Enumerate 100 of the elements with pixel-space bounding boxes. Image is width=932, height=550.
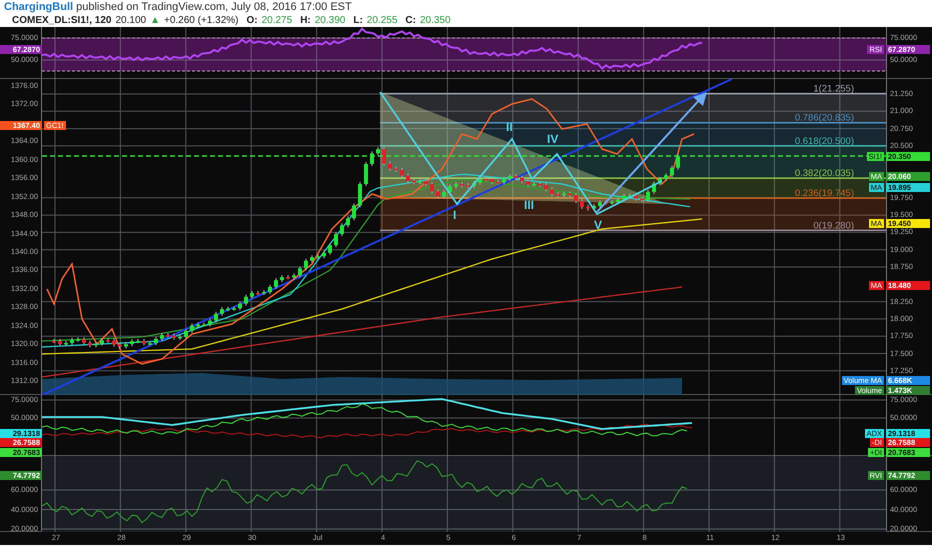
candlestick [76, 336, 80, 342]
wave-label: II [506, 120, 513, 134]
candlestick [436, 188, 440, 200]
candlestick [82, 336, 86, 346]
candlestick [538, 182, 542, 188]
candlestick [292, 272, 296, 280]
candlestick [244, 294, 248, 306]
candlestick [592, 203, 596, 212]
candlestick [340, 222, 344, 237]
fib-level-label: 0.618(20.500) [794, 136, 854, 147]
candlestick [568, 190, 572, 198]
ohlc-value: 20.255 [366, 14, 398, 27]
candlestick [322, 250, 326, 259]
candlestick [430, 182, 434, 194]
candlestick [418, 178, 422, 185]
candlestick [658, 176, 662, 186]
candlestick [208, 318, 212, 328]
candlestick [232, 306, 236, 312]
fib-level-label: 0.236(19.745) [794, 188, 854, 200]
wave-label: I [453, 208, 456, 222]
candlestick [262, 290, 266, 296]
candlestick [304, 258, 308, 271]
candlestick [628, 193, 632, 198]
candlestick [328, 242, 332, 256]
candlestick [472, 180, 476, 189]
candlestick [52, 338, 56, 344]
candlestick [166, 332, 170, 338]
candlestick [136, 338, 140, 344]
candlestick [550, 186, 554, 197]
candlestick [358, 182, 362, 208]
candlestick [334, 232, 338, 248]
candlestick [310, 254, 314, 264]
candlestick [346, 216, 350, 228]
candlestick [598, 200, 602, 208]
candlestick [88, 340, 92, 348]
candlestick [190, 323, 194, 334]
candlestick [640, 196, 644, 202]
candlestick [394, 166, 398, 172]
candlestick [238, 301, 242, 311]
candlestick [400, 167, 404, 178]
candlestick [184, 328, 188, 340]
candlestick [508, 174, 512, 182]
candlestick [256, 290, 260, 296]
candlestick [154, 336, 158, 346]
candlestick [586, 204, 590, 212]
candlestick [604, 200, 608, 206]
fib-level-label: 0.786(20.835) [794, 112, 854, 124]
candlestick [376, 146, 380, 156]
candlestick [106, 338, 110, 344]
candlestick [64, 340, 68, 347]
candlestick [250, 290, 254, 300]
candlestick [562, 190, 566, 198]
candlestick [316, 254, 320, 260]
candlestick [388, 161, 392, 172]
candlestick [484, 176, 488, 182]
candlestick [172, 333, 176, 340]
candlestick [448, 184, 452, 195]
candlestick [670, 165, 674, 178]
ohlc-value: 20.390 [314, 14, 346, 27]
ohlc-value: 20.275 [262, 14, 292, 27]
candlestick [226, 306, 230, 312]
candlestick [268, 284, 272, 295]
author-link[interactable]: ChargingBull [4, 1, 74, 13]
ohlc-label: L: [353, 14, 363, 27]
candlestick [676, 154, 680, 170]
candlestick [466, 182, 470, 189]
candlestick [652, 180, 656, 194]
candlestick [214, 311, 218, 324]
candlestick [610, 200, 614, 206]
candlestick [520, 175, 524, 184]
candlestick [406, 172, 410, 184]
wave-label: III [524, 198, 534, 212]
price-change: +0.260 (+1.32%) [164, 14, 238, 27]
ohlc-label: O: [246, 14, 258, 27]
candlestick [460, 182, 464, 188]
wave-label: IV [547, 132, 558, 146]
candlestick [196, 322, 200, 328]
candlestick [580, 198, 584, 210]
candlestick [202, 322, 206, 328]
candlestick [574, 192, 578, 204]
candlestick [646, 189, 650, 202]
candlestick [112, 338, 116, 348]
publish-info: published on TradingView.com, July 08, 2016 17:00 EST [76, 1, 352, 13]
candlestick [178, 334, 182, 340]
fib-level-label: 0.382(20.035) [794, 168, 854, 180]
candlestick [220, 306, 224, 316]
candlestick [454, 182, 458, 189]
candlestick [370, 150, 374, 166]
candlestick [664, 172, 668, 182]
candlestick [478, 176, 482, 186]
candlestick [124, 342, 128, 349]
ohlc-label: C: [405, 14, 416, 27]
candlestick [412, 178, 416, 185]
candlestick [274, 278, 278, 290]
ohlc-label: H: [300, 14, 311, 27]
fib-level-label: 1(21.255) [813, 84, 854, 95]
candlestick [496, 180, 500, 185]
candlestick [442, 190, 446, 200]
candlestick [622, 193, 626, 202]
symbol-label: COMEX_DL:SI1!, 120 [12, 14, 112, 27]
